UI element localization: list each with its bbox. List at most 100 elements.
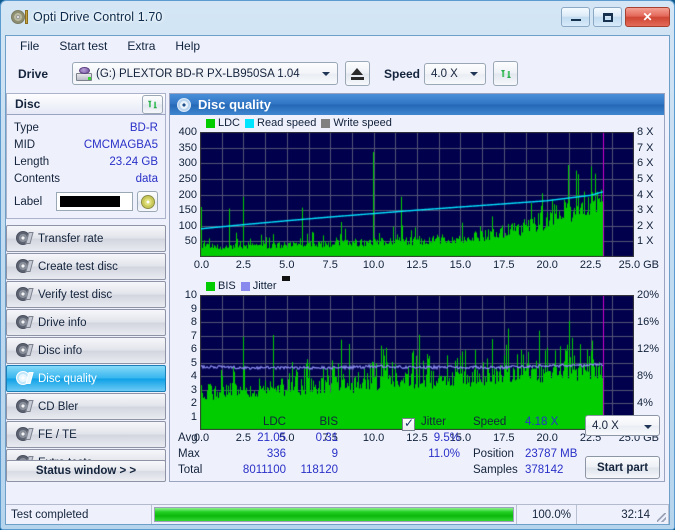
disc-label-row: Label	[14, 191, 158, 212]
status-bar: Test completed 100.0% 32:14	[6, 504, 669, 524]
sidebar-label: Verify test disc	[38, 288, 113, 301]
axis-tick-label: 16%	[637, 316, 660, 328]
legend-swatch-write-speed	[321, 118, 331, 128]
progress-percent: 100.0%	[517, 505, 577, 524]
disc-info-row-contents: Contents data	[14, 171, 158, 188]
axis-tick-label: 2 X	[637, 219, 654, 232]
axis-tick-label: 3	[190, 383, 197, 396]
drive-toolbar: Drive (G:) PLEXTOR BD-R PX-LB950SA 1.04 …	[6, 57, 669, 90]
sidebar-label: Transfer rate	[38, 232, 104, 245]
axis-tick-label: 1 X	[637, 235, 654, 248]
refresh-icon	[146, 98, 160, 112]
refresh-icon	[499, 67, 513, 81]
page-title: Disc quality	[198, 97, 271, 112]
disc-type-label: Type	[14, 122, 39, 134]
sidebar-item-drive-info[interactable]: Drive info	[6, 309, 166, 336]
sidebar-item-fe-te[interactable]: FE / TE	[6, 421, 166, 448]
axis-tick-label: 6	[190, 343, 197, 355]
sidebar-label: Disc quality	[38, 372, 97, 385]
axis-tick-label: 9	[190, 302, 197, 315]
sidebar-label: FE / TE	[38, 428, 77, 441]
axis-tick-label: 4	[190, 370, 197, 382]
disc-icon	[16, 343, 34, 358]
legend-label-jitter: Jitter	[252, 280, 277, 292]
minimize-button[interactable]	[561, 7, 590, 27]
axis-tick-label: 2.5	[235, 259, 252, 271]
stats-total-ldc: 8011100	[242, 464, 286, 476]
axis-tick-label: 10.0	[362, 259, 385, 271]
stats-avg-ldc: 21.05	[257, 432, 286, 444]
test-speed-select[interactable]: 4.0 X	[585, 415, 660, 436]
drive-icon	[76, 66, 92, 81]
stats-row-avg-label: Avg	[178, 432, 198, 444]
axis-tick-label: 7	[190, 329, 197, 342]
disc-label-input[interactable]	[56, 192, 133, 211]
sidebar-item-cd-bler[interactable]: CD Bler	[6, 393, 166, 420]
eject-icon	[351, 67, 364, 80]
eject-button[interactable]	[345, 61, 370, 86]
bis-plot-canvas	[200, 295, 634, 430]
axis-tick-label: 12.5	[406, 259, 428, 271]
menu-start-test[interactable]: Start test	[49, 37, 117, 55]
legend-label-ldc: LDC	[218, 117, 241, 129]
speed-select-value: 4.0 X	[431, 67, 458, 80]
jitter-checkbox[interactable]	[402, 416, 415, 431]
disc-icon	[16, 427, 34, 442]
stats-header-ldc: LDC	[262, 416, 286, 428]
window-title: Opti Drive Control 1.70	[33, 10, 163, 24]
resize-grip-icon[interactable]	[655, 505, 669, 524]
stats-row-total-label: Total	[178, 464, 203, 476]
elapsed-time: 32:14	[621, 508, 650, 521]
menu-extra[interactable]: Extra	[117, 37, 165, 55]
disc-info-row-mid: MID CMCMAGBA5	[14, 137, 158, 154]
progress-bar-fill	[155, 508, 513, 521]
stats-avg-bis: 0.31	[315, 432, 338, 444]
legend-label-write-speed: Write speed	[333, 117, 392, 129]
content-header: Disc quality	[170, 94, 664, 115]
status-window-button[interactable]: Status window > >	[6, 460, 166, 482]
speed-select[interactable]: 4.0 X	[424, 62, 486, 85]
disc-length-label: Length	[14, 156, 50, 168]
disc-contents-label: Contents	[14, 173, 61, 185]
disc-label-button[interactable]	[137, 191, 158, 212]
refresh-button[interactable]	[493, 61, 518, 86]
maximize-icon	[602, 12, 613, 22]
axis-tick-label: 20%	[637, 289, 660, 301]
ldc-legend: LDC Read speed Write speed	[206, 117, 392, 129]
axis-tick-label: 350	[178, 141, 197, 154]
menu-help[interactable]: Help	[165, 37, 210, 55]
menu-file[interactable]: File	[10, 37, 49, 55]
axis-tick-label: 12%	[637, 343, 660, 355]
sidebar-item-transfer-rate[interactable]: Transfer rate	[6, 225, 166, 252]
axis-tick-label: 25.0 GB	[618, 259, 660, 271]
bis-y-axis-left: 1 2 3 4 5 6 7 8 9 10	[170, 289, 197, 430]
sidebar-item-verify-test-disc[interactable]: Verify test disc	[6, 281, 166, 308]
maximize-button[interactable]	[593, 7, 622, 27]
drive-select[interactable]: (G:) PLEXTOR BD-R PX-LB950SA 1.04	[72, 62, 338, 85]
axis-tick-label: 7 X	[637, 141, 654, 154]
axis-tick-label: 5	[190, 356, 197, 369]
position-value: 23787 MB	[525, 448, 578, 460]
minimize-icon	[570, 19, 581, 21]
start-part-button[interactable]: Start part	[585, 456, 660, 479]
disc-type-value: BD-R	[129, 122, 158, 134]
legend-swatch-ldc	[206, 118, 215, 128]
close-button[interactable]: ✕	[625, 7, 670, 27]
stats-max-jitter: 11.0%	[428, 448, 460, 460]
axis-tick-label: 22.5	[579, 259, 602, 271]
ldc-y-axis-right: 1 X 2 X 3 X 4 X 5 X 6 X 7 X 8 X	[637, 126, 675, 257]
sidebar-item-disc-info[interactable]: Disc info	[6, 337, 166, 364]
axis-tick-label: 100	[178, 219, 197, 232]
bis-y-axis-right: 4% 8% 12% 16% 20%	[637, 289, 675, 430]
speed-stat-label: Speed	[473, 416, 507, 428]
stats-header-bis: BIS	[319, 416, 338, 428]
disc-quality-icon	[177, 97, 191, 112]
disc-panel-header: Disc	[6, 93, 166, 115]
samples-label: Samples	[473, 464, 518, 476]
sidebar-item-disc-quality[interactable]: Disc quality	[6, 365, 166, 392]
sidebar-item-create-test-disc[interactable]: Create test disc	[6, 253, 166, 280]
disc-refresh-button[interactable]	[142, 95, 163, 114]
position-label: Position	[473, 448, 514, 460]
ldc-plot-canvas	[200, 132, 634, 257]
axis-tick-label: 20.0	[536, 259, 558, 271]
